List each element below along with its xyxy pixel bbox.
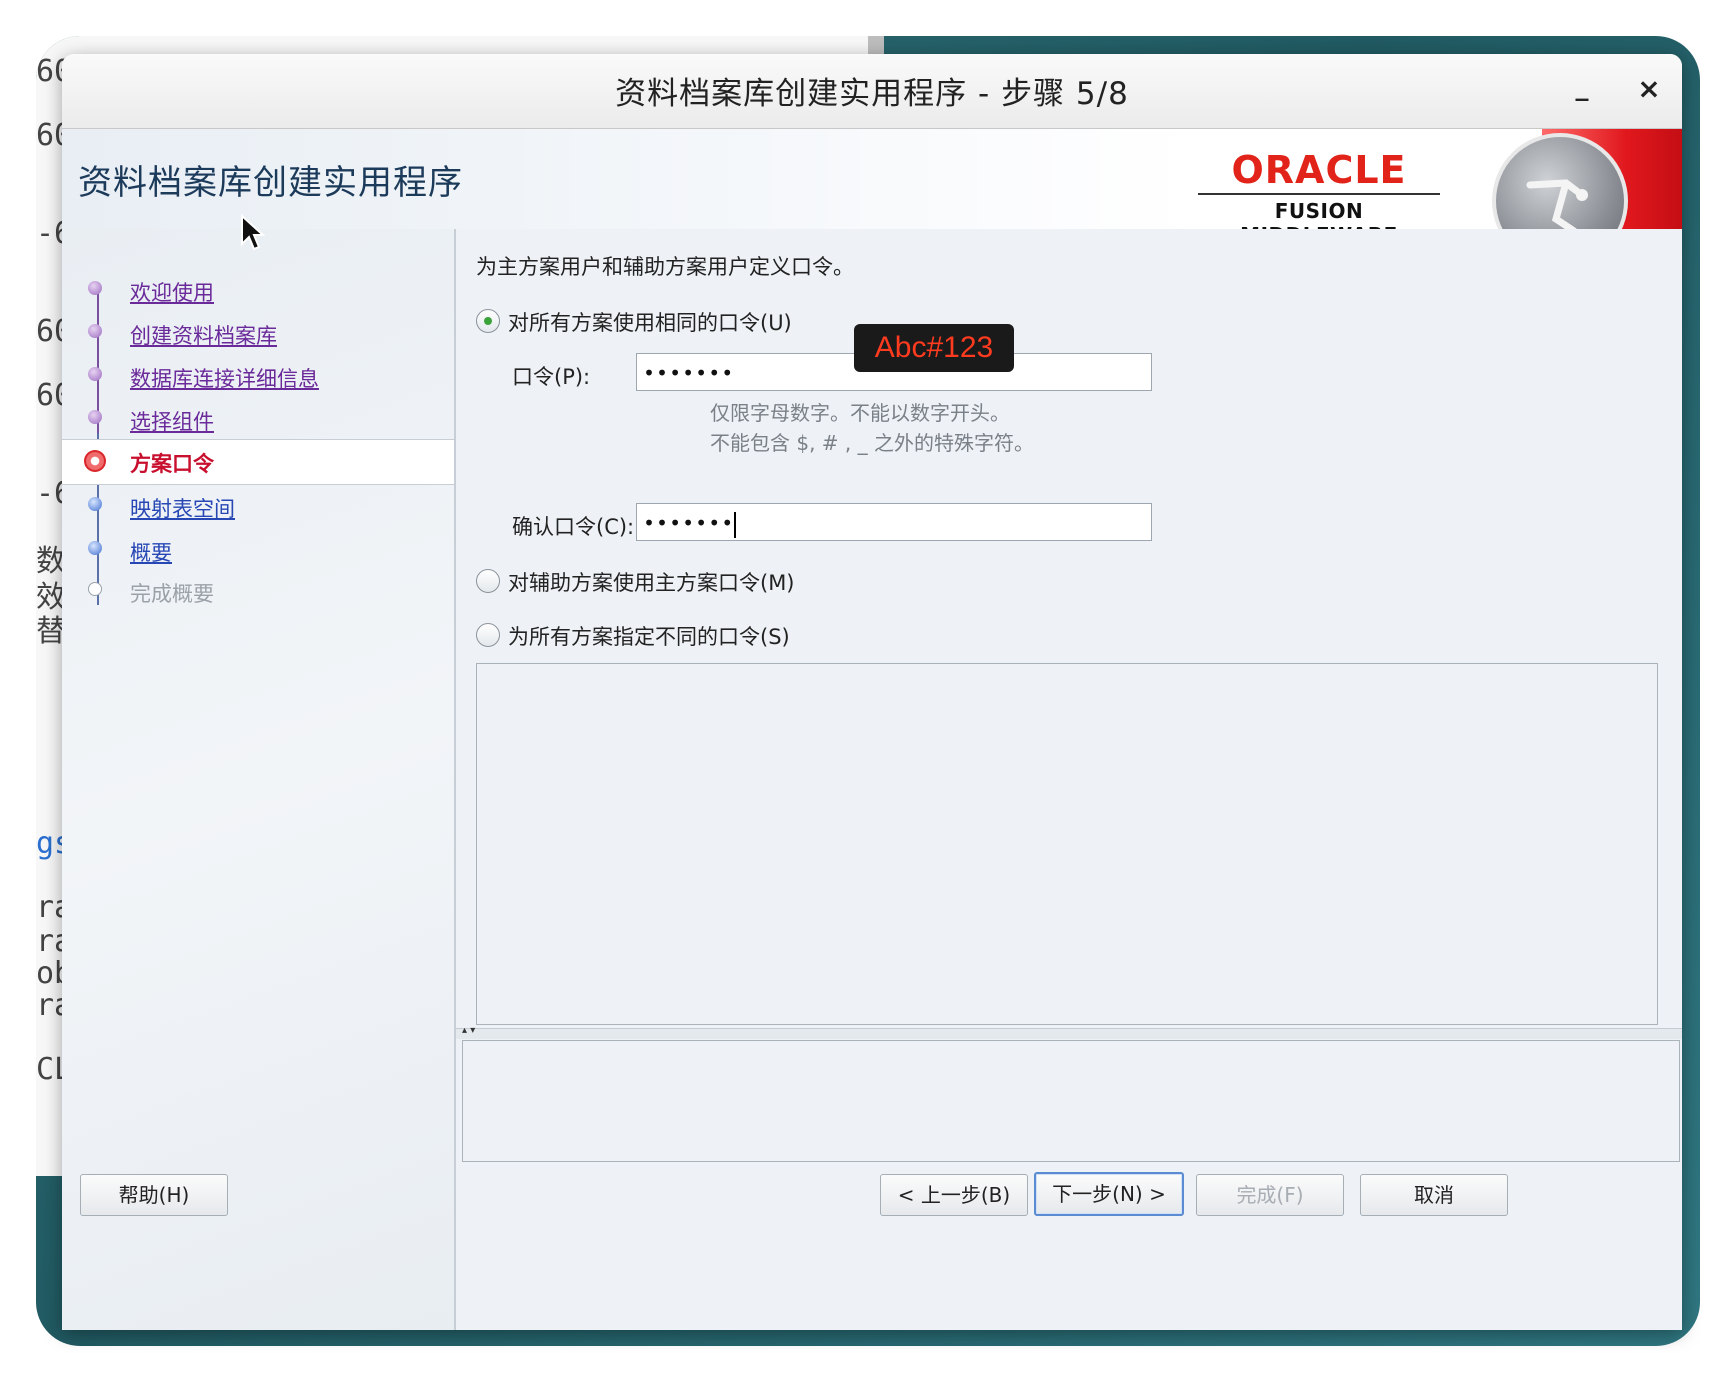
step-navigation: 欢迎使用 创建资料档案库 数据库连接详细信息 选择组件 方案口令 映射表空间 概… bbox=[62, 229, 456, 1330]
app-title: 资料档案库创建实用程序 bbox=[78, 163, 463, 203]
nav-item-create-repository[interactable]: 创建资料档案库 bbox=[62, 312, 454, 356]
password-hint-2: 不能包含 $, # , _ 之外的特殊字符。 bbox=[710, 431, 1034, 455]
nav-item-label[interactable]: 映射表空间 bbox=[130, 493, 235, 523]
current-step-icon bbox=[84, 450, 106, 472]
mouse-cursor-icon bbox=[241, 214, 266, 251]
nav-item-map-tablespaces[interactable]: 映射表空间 bbox=[62, 485, 454, 529]
radio-same-password-label[interactable]: 对所有方案使用相同的口令(U) bbox=[508, 307, 792, 337]
nav-item-summary[interactable]: 概要 bbox=[62, 529, 454, 573]
nav-item-schema-passwords[interactable]: 方案口令 bbox=[62, 439, 454, 485]
radio-aux-use-main[interactable] bbox=[476, 569, 500, 593]
nav-item-welcome[interactable]: 欢迎使用 bbox=[62, 269, 454, 313]
close-button[interactable]: × bbox=[1632, 72, 1666, 108]
step-dot-icon bbox=[88, 324, 102, 338]
back-button[interactable]: < 上一步(B) bbox=[880, 1174, 1028, 1216]
nav-item-label: 方案口令 bbox=[130, 452, 214, 476]
password-hint-1: 仅限字母数字。不能以数字开头。 bbox=[710, 401, 1010, 425]
radio-same-password[interactable] bbox=[476, 309, 500, 333]
text-caret bbox=[734, 511, 737, 538]
nav-item-label[interactable]: 创建资料档案库 bbox=[130, 320, 277, 350]
step-dot-icon bbox=[88, 582, 102, 596]
main-content: 为主方案用户和辅助方案用户定义口令。 对所有方案使用相同的口令(U) 口令(P)… bbox=[456, 229, 1682, 1129]
step-dot-icon bbox=[88, 497, 102, 511]
step-dot-icon bbox=[88, 410, 102, 424]
step-dot-icon bbox=[88, 541, 102, 555]
page-description: 为主方案用户和辅助方案用户定义口令。 bbox=[476, 255, 854, 279]
nav-item-label: 完成概要 bbox=[130, 582, 214, 606]
step-dot-icon bbox=[88, 367, 102, 381]
nav-item-label[interactable]: 概要 bbox=[130, 537, 172, 567]
confirm-password-field[interactable]: ••••••• bbox=[636, 503, 1152, 541]
next-button[interactable]: 下一步(N) > bbox=[1034, 1172, 1184, 1216]
radio-different-passwords[interactable] bbox=[476, 623, 500, 647]
help-button[interactable]: 帮助(H) bbox=[80, 1174, 228, 1216]
nav-item-label[interactable]: 欢迎使用 bbox=[130, 277, 214, 307]
panel-splitter[interactable]: ▴ ▾ bbox=[456, 1025, 1682, 1039]
window-title: 资料档案库创建实用程序 - 步骤 5/8 bbox=[615, 76, 1129, 112]
logo-divider bbox=[1198, 193, 1440, 195]
header-banner: 资料档案库创建实用程序 ORACLE FUSION MIDDLEWARE bbox=[62, 129, 1682, 269]
confirm-password-value: ••••••• bbox=[643, 511, 735, 535]
oracle-logo-text: ORACLE bbox=[1231, 148, 1407, 192]
rcu-dialog: 资料档案库创建实用程序 - 步骤 5/8 _ × 资料档案库创建实用程序 ORA… bbox=[62, 54, 1682, 1330]
radio-different-passwords-label[interactable]: 为所有方案指定不同的口令(S) bbox=[508, 621, 790, 651]
radio-aux-use-main-label[interactable]: 对辅助方案使用主方案口令(M) bbox=[508, 567, 795, 597]
password-annotation-overlay: Abc#123 bbox=[854, 324, 1014, 372]
nav-item-select-components[interactable]: 选择组件 bbox=[62, 398, 454, 442]
step-dot-icon bbox=[88, 281, 102, 295]
nav-item-label[interactable]: 选择组件 bbox=[130, 406, 214, 436]
message-panel bbox=[462, 1040, 1680, 1162]
finish-button: 完成(F) bbox=[1196, 1174, 1344, 1216]
background-scrollbar bbox=[868, 36, 884, 56]
minimize-button[interactable]: _ bbox=[1568, 72, 1596, 108]
confirm-password-label: 确认口令(C): bbox=[512, 515, 635, 539]
nav-item-label[interactable]: 数据库连接详细信息 bbox=[130, 363, 319, 393]
password-label: 口令(P): bbox=[512, 365, 591, 389]
schema-password-table-panel bbox=[476, 663, 1658, 1025]
cancel-button[interactable]: 取消 bbox=[1360, 1174, 1508, 1216]
nav-item-completion-summary: 完成概要 bbox=[62, 570, 454, 614]
title-bar: 资料档案库创建实用程序 - 步骤 5/8 _ × bbox=[62, 54, 1682, 129]
nav-item-db-connection[interactable]: 数据库连接详细信息 bbox=[62, 355, 454, 399]
splitter-arrows-icon: ▴ ▾ bbox=[462, 1025, 476, 1036]
